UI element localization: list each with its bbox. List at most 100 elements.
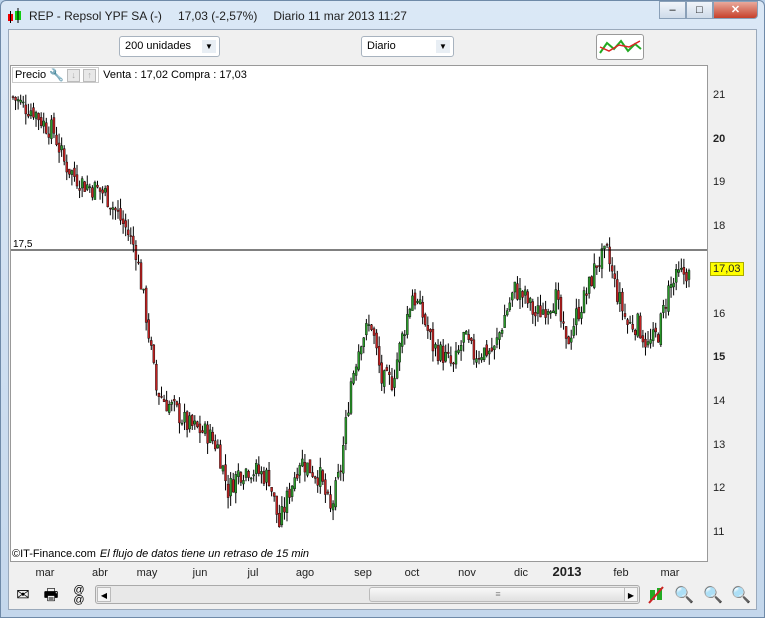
candle-body	[86, 184, 89, 190]
candle-body	[336, 471, 340, 478]
candle-body	[226, 483, 230, 498]
units-dropdown[interactable]: 200 unidades ▼	[119, 36, 220, 57]
candle-body	[490, 347, 494, 352]
candle-body	[564, 326, 568, 339]
candle-body	[431, 328, 435, 352]
zoom-fit-icon[interactable]: 🔍	[673, 585, 695, 607]
candle-body	[511, 292, 514, 301]
candle-body	[495, 337, 499, 345]
candle-body	[109, 207, 112, 210]
candle-body	[229, 478, 232, 497]
candle-body	[37, 113, 40, 121]
candle-body	[183, 412, 186, 423]
scroll-left-button[interactable]: ◀	[97, 587, 111, 602]
candle-body	[211, 431, 214, 442]
candle-body	[372, 328, 376, 336]
candle-body	[603, 245, 606, 250]
candle-body	[541, 309, 545, 315]
candle-body	[562, 321, 565, 324]
candle-body	[34, 112, 38, 119]
candle-body	[160, 396, 163, 398]
last-price-label: 17,03	[710, 262, 744, 277]
candle-body	[472, 339, 476, 360]
candle-body	[613, 273, 616, 279]
candle-body	[651, 329, 655, 341]
candle-body	[621, 291, 624, 312]
candle-body	[252, 474, 255, 477]
candle-body	[270, 487, 273, 492]
period-dropdown[interactable]: Diario ▼	[361, 36, 454, 57]
candle-body	[636, 313, 639, 337]
move-down-icon[interactable]: ↓	[67, 68, 81, 82]
close-button[interactable]: ✕	[713, 1, 758, 19]
candlestick-app-icon	[8, 8, 21, 23]
horizontal-scrollbar[interactable]: ◀ ≡ ▶	[95, 585, 640, 604]
candle-body	[447, 351, 450, 354]
candle-body	[91, 187, 94, 198]
candle-body	[682, 267, 686, 275]
candle-body	[518, 288, 522, 300]
candle-body	[531, 301, 535, 315]
candle-body	[390, 376, 394, 391]
x-tick-label: 2013	[552, 564, 582, 579]
price-chart[interactable]: 17,5	[10, 65, 708, 562]
candle-body	[654, 327, 657, 333]
candle-body	[434, 344, 437, 349]
candle-body	[144, 287, 148, 323]
candle-body	[60, 145, 63, 151]
candle-body	[549, 311, 552, 314]
candle-body	[308, 459, 312, 474]
candle-body	[406, 314, 409, 335]
units-value: 200 unidades	[125, 40, 192, 52]
candle-body	[505, 310, 509, 316]
candle-body	[121, 218, 125, 224]
candle-body	[523, 289, 527, 296]
candle-body	[649, 339, 652, 344]
candle-body	[485, 344, 488, 356]
candle-body	[78, 188, 81, 191]
indicators-button[interactable]	[596, 34, 644, 60]
candle-body	[301, 458, 304, 467]
candle-body	[408, 308, 412, 317]
candle-body	[96, 184, 99, 188]
scroll-right-button[interactable]: ▶	[624, 587, 638, 602]
zoom-out-icon[interactable]: 🔍	[702, 585, 724, 607]
candle-body	[377, 346, 381, 366]
wrench-icon[interactable]: 🔧	[49, 68, 64, 82]
candle-body	[498, 332, 501, 340]
candle-body	[475, 358, 478, 363]
candle-body	[24, 104, 28, 115]
candle-body	[477, 358, 481, 360]
candle-body	[344, 417, 348, 444]
scroll-thumb[interactable]: ≡	[369, 587, 627, 602]
candle-body	[595, 265, 599, 268]
candle-body	[142, 288, 145, 291]
x-tick-label: ago	[295, 567, 315, 579]
candle-body	[208, 429, 212, 443]
candle-body	[610, 265, 614, 272]
candle-body	[203, 423, 207, 434]
zoom-in-icon[interactable]: 🔍	[730, 585, 752, 607]
candle-body	[42, 120, 45, 127]
move-up-icon[interactable]: ↑	[83, 68, 97, 82]
candle-body	[98, 187, 102, 192]
candle-body	[465, 331, 468, 335]
candle-body	[395, 359, 399, 379]
minimize-button[interactable]: –	[659, 1, 686, 19]
candle-body	[616, 279, 619, 302]
candle-body	[57, 142, 61, 153]
candle-body	[634, 330, 637, 335]
candle-body	[539, 305, 542, 318]
candle-body	[441, 345, 445, 363]
candle-body	[575, 308, 578, 326]
maximize-button[interactable]: □	[686, 1, 713, 19]
candlestick-chart[interactable]: 17,5	[11, 66, 707, 561]
print-icon[interactable]: 🖶	[40, 585, 62, 607]
candle-body	[641, 335, 645, 343]
candle-body	[191, 415, 194, 426]
link-icon[interactable]: @ @	[68, 585, 90, 607]
candle-body	[354, 366, 358, 376]
chart-type-icon[interactable]	[645, 585, 667, 607]
candle-body	[288, 488, 291, 498]
email-icon[interactable]: ✉	[12, 585, 34, 607]
